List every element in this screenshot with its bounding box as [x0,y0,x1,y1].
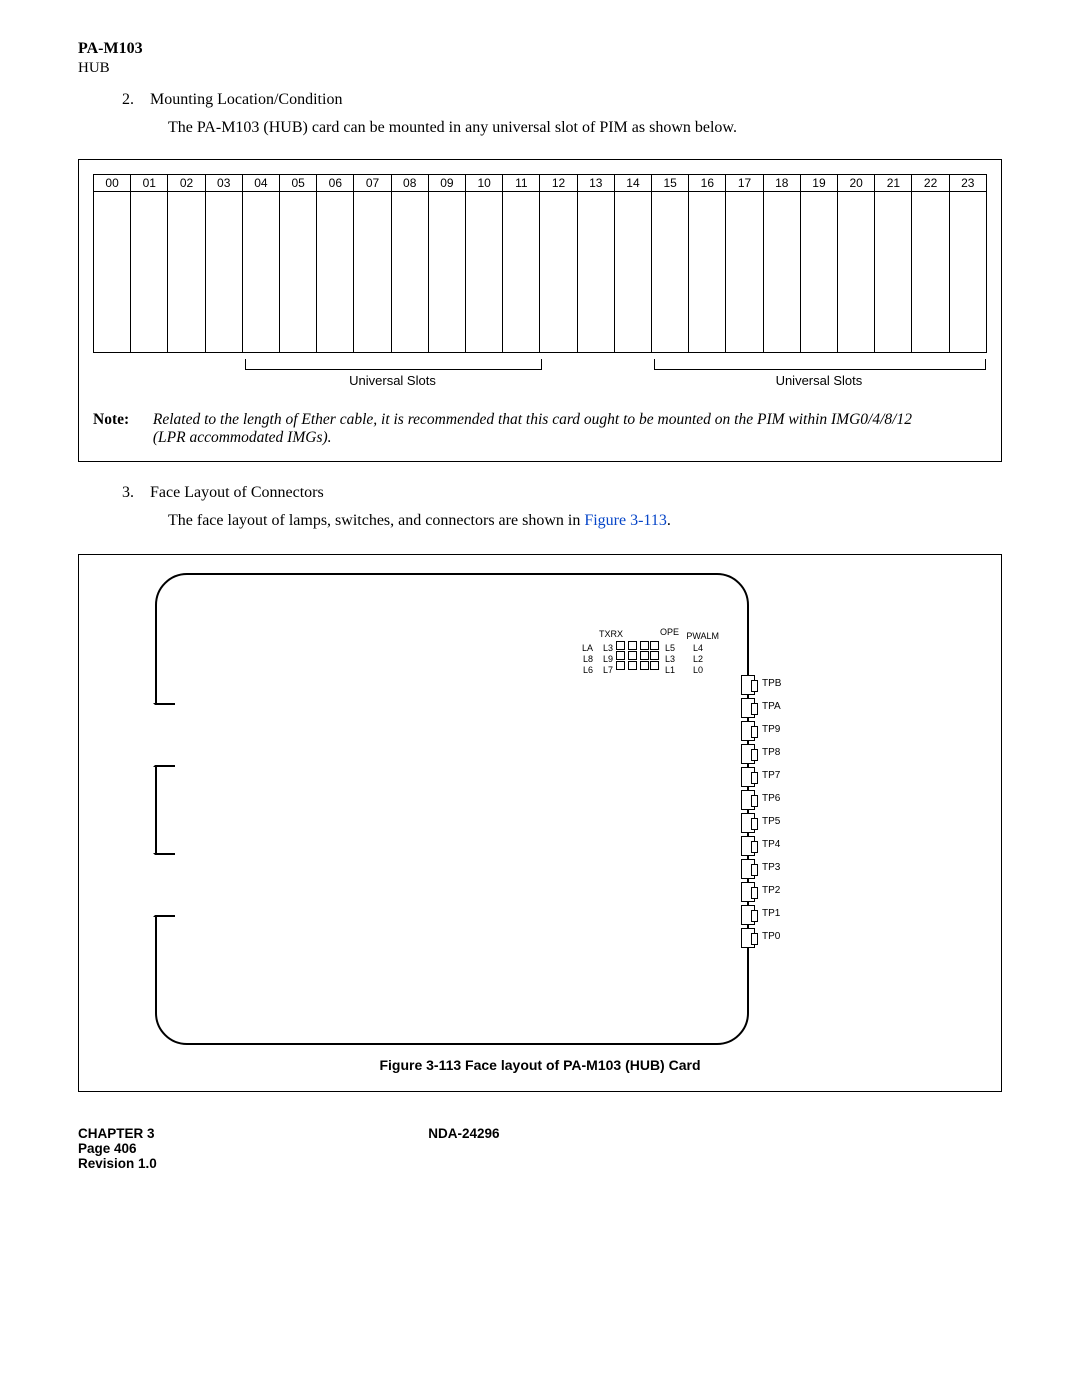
port-tp3: TP3 [741,859,755,879]
led-col-a [616,641,625,671]
lbl-pwalm: PWALM [686,631,719,642]
slot-04: 04 [243,175,280,352]
port-tp2: TP2 [741,882,755,902]
slot-18: 18 [764,175,801,352]
slot-19: 19 [801,175,838,352]
led-col-b [628,641,637,671]
led-col-d [650,641,659,671]
figure-ref-link[interactable]: Figure 3-113 [584,512,667,529]
footer-chapter: CHAPTER 3 [78,1126,155,1141]
port-tp0: TP0 [741,928,755,948]
port-tpb: TPB [741,675,755,695]
sec3-body-post: . [667,512,671,529]
port-tp4: TP4 [741,836,755,856]
footer-rev: Revision 1.0 [78,1156,1002,1171]
slot-17: 17 [726,175,763,352]
slot-08: 08 [392,175,429,352]
slot-02: 02 [168,175,205,352]
slot-10: 10 [466,175,503,352]
sec2-title: Mounting Location/Condition [150,91,342,108]
bracket-1 [245,359,542,370]
footer-doc: NDA-24296 [428,1126,499,1141]
slot-22: 22 [912,175,949,352]
slot-03: 03 [206,175,243,352]
edge-port-column: TPB TPA TP9 TP8 TP7 TP6 TP5 TP4 TP3 TP2 TP1 TP0 [741,675,755,951]
slot-00: 00 [94,175,131,352]
slot-20: 20 [838,175,875,352]
slot-21: 21 [875,175,912,352]
port-tpa: TPA [741,698,755,718]
sec2-num: 2. [108,91,134,109]
figure-caption: Figure 3-113 Face layout of PA-M103 (HUB… [109,1057,971,1073]
footer-page: Page 406 [78,1141,1002,1156]
slot-13: 13 [578,175,615,352]
bracket-2 [654,359,987,370]
lbl-leftcol: LAL8L6 [582,643,593,676]
slot-11: 11 [503,175,540,352]
port-tp5: TP5 [741,813,755,833]
sec3-body-pre: The face layout of lamps, switches, and … [168,512,584,529]
doc-sub: HUB [78,60,1002,77]
face-layout-box: TXRX LAL8L6 L3L9L7 L5L3L1 OPE PWALM L4L2… [78,554,1002,1092]
slot-16: 16 [689,175,726,352]
port-tp8: TP8 [741,744,755,764]
slot-09: 09 [429,175,466,352]
led-col-c [640,641,649,671]
sec3-title: Face Layout of Connectors [150,484,324,501]
slots-row: 0001020304050607080910111213141516171819… [93,174,987,353]
bracket-1-label: Universal Slots [245,373,540,388]
sec3-num: 3. [108,484,134,502]
slot-01: 01 [131,175,168,352]
note-text: Related to the length of Ether cable, it… [153,411,913,447]
slot-07: 07 [354,175,391,352]
bracket-2-label: Universal Slots [654,373,985,388]
slot-15: 15 [652,175,689,352]
note-label: Note: [93,411,149,429]
sec3-body: The face layout of lamps, switches, and … [168,512,1002,530]
port-tp1: TP1 [741,905,755,925]
slot-12: 12 [540,175,577,352]
notch-2 [153,853,175,917]
doc-model: PA-M103 [78,40,1002,58]
sec2-body: The PA-M103 (HUB) card can be mounted in… [168,119,1002,137]
port-tp9: TP9 [741,721,755,741]
slot-23: 23 [950,175,986,352]
card-outline [155,573,749,1045]
slot-06: 06 [317,175,354,352]
lbl-txrx: TXRX [599,629,623,640]
port-tp7: TP7 [741,767,755,787]
notch-1 [153,703,175,767]
lbl-midcol1: L3L9L7 [603,643,613,676]
lbl-midcol2: L5L3L1 [665,643,675,676]
slot-05: 05 [280,175,317,352]
port-tp6: TP6 [741,790,755,810]
slot-diagram-box: 0001020304050607080910111213141516171819… [78,159,1002,462]
slot-14: 14 [615,175,652,352]
lbl-rightcol: L4L2L0 [693,643,703,676]
lbl-ope: OPE [660,627,679,638]
